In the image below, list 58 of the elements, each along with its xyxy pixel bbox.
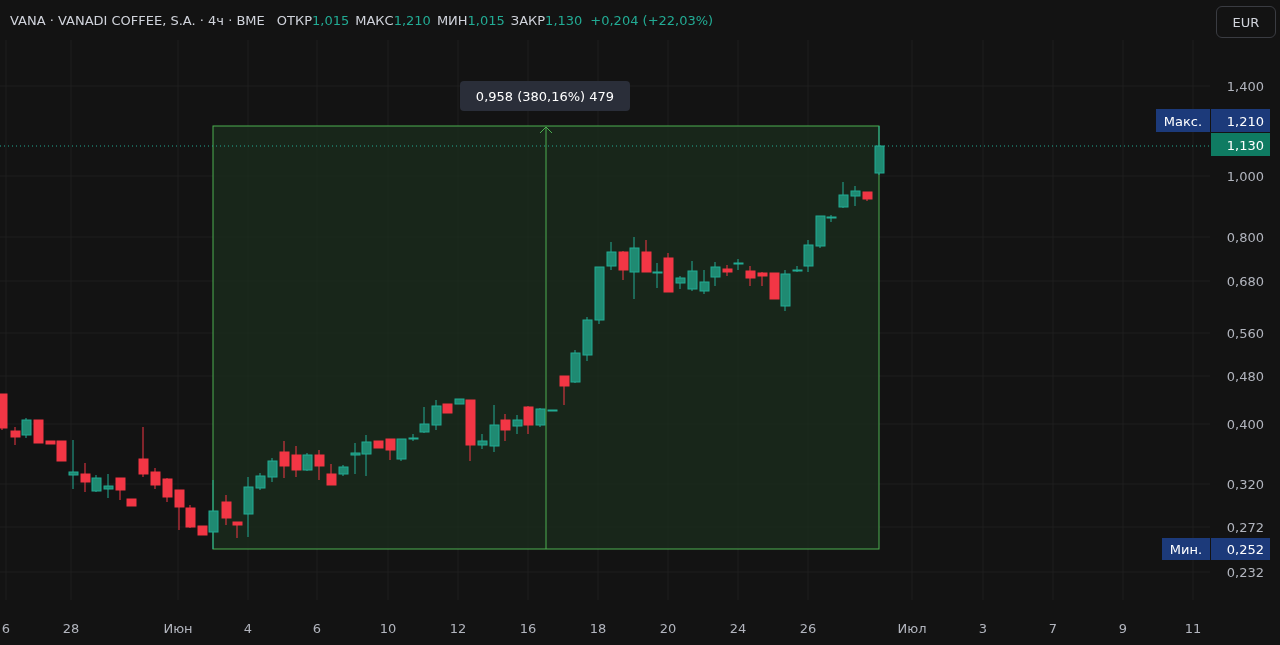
candle (523, 405, 534, 435)
price-tick: 0,320 (1226, 477, 1264, 492)
last-price-background (1211, 133, 1270, 156)
time-tick: 12 (449, 621, 467, 636)
time-tick: 7 (1048, 621, 1058, 636)
time-tick: 20 (659, 621, 677, 636)
candle (10, 426, 21, 446)
symbol-title: VANA · VANADI COFFEE, S.A. · 4ч · BME (10, 12, 265, 28)
ohlc-label: МИН (436, 12, 468, 28)
candle (874, 125, 885, 176)
currency-button[interactable]: EUR (1216, 6, 1276, 38)
price-tick: 0,232 (1226, 565, 1264, 580)
price-tick: 0,800 (1226, 230, 1264, 245)
ohlc-value: 1,015 (467, 12, 505, 28)
ohlc-value: 1,015 (312, 12, 350, 28)
time-tick: Июн (163, 621, 193, 636)
price-tick: 0,272 (1226, 520, 1264, 535)
price-tick: 0,480 (1226, 369, 1264, 384)
candle (559, 375, 570, 406)
candle (512, 414, 523, 435)
high-value: 1,210 (1226, 114, 1264, 129)
measure-tooltip: 0,958 (380,16%) 479 (460, 81, 630, 111)
ohlc-label: ЗАКР (510, 12, 546, 28)
time-tick: Июл (897, 621, 927, 636)
price-tick: 1,000 (1226, 169, 1264, 184)
time-tick: 18 (589, 621, 607, 636)
time-tick: 28 (62, 621, 80, 636)
candle (582, 316, 593, 362)
candle (570, 349, 581, 384)
candle (103, 473, 114, 499)
time-tick: 6 (312, 621, 322, 636)
ohlc-value: 1,210 (393, 12, 431, 28)
time-tick: 4 (243, 621, 253, 636)
measure-range-area[interactable] (212, 125, 880, 550)
time-tick: 11 (1184, 621, 1202, 636)
ohlc-value: 1,130 (545, 12, 583, 28)
time-tick: 6 (1, 621, 11, 636)
price-tick: 0,400 (1226, 417, 1264, 432)
candle (838, 181, 849, 209)
time-tick: 26 (799, 621, 817, 636)
ohlc-label: МАКС (355, 12, 394, 28)
price-tick: 0,680 (1226, 274, 1264, 289)
high-label: Макс. (1163, 114, 1203, 129)
time-tick: 10 (379, 621, 397, 636)
time-tick: 24 (729, 621, 747, 636)
price-change: +0,204 (+22,03%) (590, 12, 714, 28)
low-value: 0,252 (1226, 542, 1264, 557)
time-tick: 16 (519, 621, 537, 636)
last-price: 1,130 (1226, 138, 1264, 153)
time-tick: 3 (978, 621, 988, 636)
price-tick: 1,400 (1226, 79, 1264, 94)
candle (0, 393, 8, 431)
ohlc-label: ОТКР (276, 12, 312, 28)
time-tick: 9 (1118, 621, 1128, 636)
candle (699, 269, 710, 295)
price-tick: 0,560 (1226, 326, 1264, 341)
candle (21, 417, 32, 439)
low-label: Мин. (1169, 542, 1203, 557)
